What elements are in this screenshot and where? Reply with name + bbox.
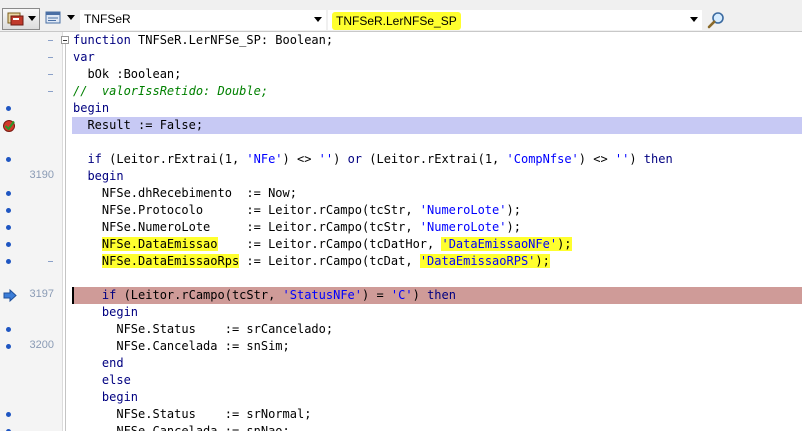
code-line[interactable]: bOk :Boolean; xyxy=(0,66,802,83)
class-selector-combo[interactable]: TNFSeR xyxy=(80,10,326,30)
code-text: var xyxy=(73,50,95,64)
chevron-down-icon xyxy=(67,15,75,20)
chevron-down-icon[interactable] xyxy=(314,17,322,22)
code-text: if (Leitor.rCampo(tcStr, 'StatusNFe') = … xyxy=(101,288,456,302)
gutter-mark xyxy=(48,261,53,262)
breakpoint-available-icon[interactable] xyxy=(6,327,11,332)
code-line[interactable]: // valorIssRetido: Double; xyxy=(0,83,802,100)
breakpoint-available-icon[interactable] xyxy=(6,208,11,213)
code-text: function TNFSeR.LerNFSe_SP: Boolean; xyxy=(73,33,334,47)
chevron-down-icon xyxy=(28,16,36,21)
code-line[interactable]: if (Leitor.rExtrai(1, 'NFe') <> '') or (… xyxy=(0,151,802,168)
breakpoint-check-icon[interactable] xyxy=(2,118,18,133)
code-text: begin xyxy=(101,390,139,404)
gutter-mark xyxy=(48,74,53,75)
code-line[interactable]: NFSe.Cancelada := snNao; xyxy=(0,423,802,431)
code-line[interactable] xyxy=(0,270,802,287)
code-text: NFSe.Status := srNormal; xyxy=(73,407,312,421)
code-line[interactable]: NFSe.DataEmissaoRps := Leitor.rCampo(tcD… xyxy=(0,253,802,270)
chevron-down-icon[interactable] xyxy=(690,17,698,22)
code-text: NFSe.DataEmissao := Leitor.rCampo(tcDatH… xyxy=(101,237,572,251)
breakpoint-available-icon[interactable] xyxy=(6,106,11,111)
code-text: begin xyxy=(87,169,124,183)
execution-arrow-icon xyxy=(3,288,17,303)
code-line[interactable]: end xyxy=(0,355,802,372)
code-line[interactable]: NFSe.Status := srNormal; xyxy=(0,406,802,423)
code-explorer-icon xyxy=(7,12,24,26)
code-text: else xyxy=(101,373,131,387)
code-line[interactable]: begin xyxy=(0,304,802,321)
code-line[interactable]: 3200 NFSe.Cancelada := snSim; xyxy=(0,338,802,355)
code-editor[interactable]: function TNFSeR.LerNFSe_SP: Boolean; var … xyxy=(0,32,802,431)
code-explorer-button[interactable] xyxy=(2,8,40,30)
code-line[interactable]: 3197 if (Leitor.rCampo(tcStr, 'StatusNFe… xyxy=(0,287,802,304)
code-text: // valorIssRetido: Double; xyxy=(73,84,269,98)
editor-toolbar: TNFSeR TNFSeR.LerNFSe_SP xyxy=(0,0,802,32)
line-number: 3190 xyxy=(29,169,54,181)
code-text: end xyxy=(101,356,124,370)
gutter-mark xyxy=(48,91,53,92)
class-selector-value: TNFSeR xyxy=(84,12,131,26)
code-line[interactable]: NFSe.Protocolo := Leitor.rCampo(tcStr, '… xyxy=(0,202,802,219)
line-number: 3200 xyxy=(29,339,54,351)
method-selector-combo[interactable]: TNFSeR.LerNFSe_SP xyxy=(328,10,702,30)
code-line[interactable]: NFSe.Status := srCancelado; xyxy=(0,321,802,338)
breakpoint-available-icon[interactable] xyxy=(6,191,11,196)
breakpoint-available-icon[interactable] xyxy=(6,412,11,417)
code-line[interactable]: function TNFSeR.LerNFSe_SP: Boolean; xyxy=(0,32,802,49)
code-line[interactable]: begin xyxy=(0,389,802,406)
code-text: NFSe.dhRecebimento := Now; xyxy=(73,186,297,200)
code-text: begin xyxy=(73,101,110,115)
code-text: if (Leitor.rExtrai(1, 'NFe') <> '') or (… xyxy=(87,152,673,166)
code-text: bOk :Boolean; xyxy=(73,67,182,81)
code-line[interactable]: begin xyxy=(0,100,802,117)
code-text: NFSe.Status := srCancelado; xyxy=(73,322,334,336)
navigator-icon xyxy=(45,11,61,24)
code-line[interactable]: var xyxy=(0,49,802,66)
code-line[interactable]: NFSe.dhRecebimento := Now; xyxy=(0,185,802,202)
breakpoint-available-icon[interactable] xyxy=(6,242,11,247)
code-text: NFSe.Cancelada := snSim; xyxy=(73,339,290,353)
breakpoint-available-icon[interactable] xyxy=(6,225,11,230)
code-line[interactable]: NFSe.NumeroLote := Leitor.rCampo(tcStr, … xyxy=(0,219,802,236)
code-text: NFSe.NumeroLote := Leitor.rCampo(tcStr, … xyxy=(73,220,521,234)
code-text: NFSe.Cancelada := snNao; xyxy=(73,424,290,431)
breakpoint-available-icon[interactable] xyxy=(6,344,11,349)
code-text: begin xyxy=(101,305,139,319)
code-text: Result := False; xyxy=(73,118,204,132)
gutter-mark xyxy=(48,57,53,58)
code-line[interactable]: Result := False; xyxy=(0,117,802,134)
navigator-button[interactable] xyxy=(42,8,78,30)
gutter-mark xyxy=(48,40,53,41)
line-number: 3197 xyxy=(29,288,54,300)
code-text: NFSe.DataEmissaoRps := Leitor.rCampo(tcD… xyxy=(101,254,550,268)
code-line[interactable]: NFSe.DataEmissao := Leitor.rCampo(tcDatH… xyxy=(0,236,802,253)
magnifier-icon[interactable] xyxy=(706,10,726,30)
breakpoint-available-icon[interactable] xyxy=(6,259,11,264)
code-text: NFSe.Protocolo := Leitor.rCampo(tcStr, '… xyxy=(73,203,521,217)
code-line[interactable] xyxy=(0,134,802,151)
code-line[interactable]: else xyxy=(0,372,802,389)
method-selector-value: TNFSeR.LerNFSe_SP xyxy=(332,12,461,30)
breakpoint-available-icon[interactable] xyxy=(6,157,11,162)
code-line[interactable]: 3190 begin xyxy=(0,168,802,185)
